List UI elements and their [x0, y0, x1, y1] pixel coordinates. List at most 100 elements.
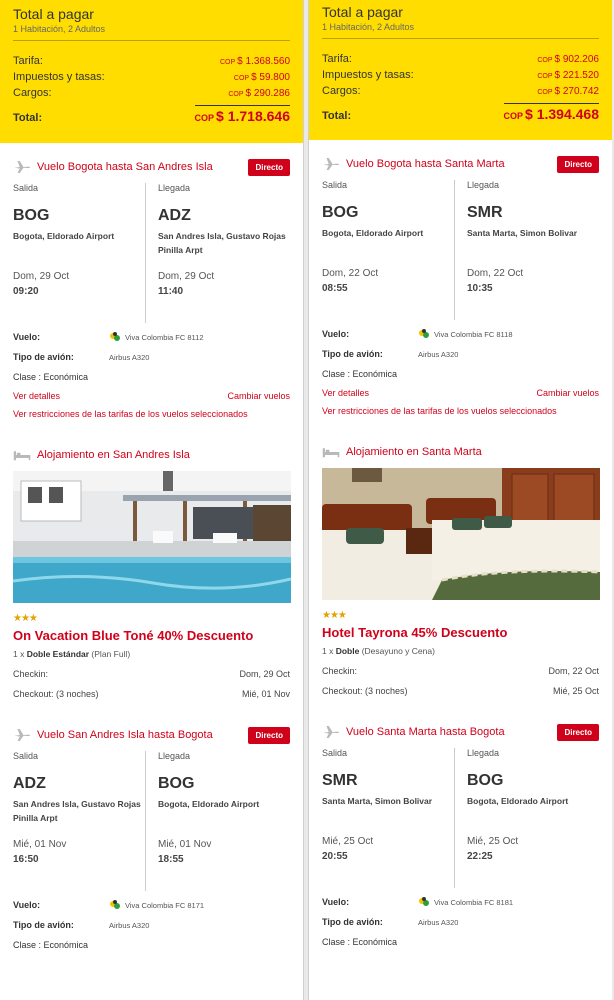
package-card-santa-marta: Total a pagar 1 Habitación, 2 Adultos Ta…: [308, 0, 612, 1000]
checkin-row: Checkin: Dom, 29 Oct: [13, 669, 290, 679]
hotel-section-title: Alojamiento en Santa Marta: [346, 446, 482, 458]
arrival-label: Llegada: [158, 751, 191, 761]
price-row-total: Total: COP $ 1.718.646: [13, 105, 290, 124]
departure-airport: Bogota, Eldorado Airport: [13, 231, 115, 241]
cabin-class: Clase : Económica: [13, 940, 89, 950]
departure-label: Salida: [13, 183, 39, 193]
arrival-block: Llegada SMR Santa Marta, Simon Bolivar D…: [454, 180, 599, 320]
total-label: Total:: [322, 110, 352, 122]
departure-code: ADZ: [13, 775, 46, 792]
flight-number: Viva Colombia FC 8118: [434, 329, 513, 339]
plane-label: Tipo de avión:: [322, 349, 383, 359]
hotel-section-title: Alojamiento en San Andres Isla: [37, 449, 190, 461]
hotel-name[interactable]: Hotel Tayrona 45% Descuento: [322, 625, 599, 640]
arrival-block: Llegada ADZ San Andres Isla, Gustavo Roj…: [145, 183, 290, 323]
price-label: Tarifa:: [13, 55, 43, 67]
total-summary: Total a pagar 1 Habitación, 2 Adultos Ta…: [309, 0, 612, 140]
flight-label: Vuelo:: [322, 329, 350, 339]
hotel-photo[interactable]: [322, 468, 600, 600]
airplane-icon: [14, 729, 30, 741]
departure-time: 08:55: [322, 283, 348, 294]
view-details-link[interactable]: Ver detalles: [322, 388, 369, 398]
departure-airport: Bogota, Eldorado Airport: [322, 228, 424, 238]
flight-title: Vuelo Bogota hasta Santa Marta: [346, 158, 505, 170]
checkout-row: Checkout: (3 noches) Mié, 25 Oct: [322, 686, 599, 696]
cabin-class: Clase : Económica: [322, 369, 398, 379]
arrival-airport: Bogota, Eldorado Airport: [467, 796, 569, 806]
price-amount: COP $ 221.520: [537, 70, 599, 81]
viva-colombia-logo: [110, 332, 120, 341]
arrival-code: ADZ: [158, 207, 191, 224]
viva-colombia-logo: [110, 900, 120, 909]
room-description: 1 x Doble (Desayuno y Cena): [322, 646, 435, 656]
checkin-row: Checkin: Dom, 22 Oct: [322, 666, 599, 676]
plane-type: Airbus A320: [418, 349, 459, 359]
price-label: Impuestos y tasas:: [322, 69, 414, 81]
departure-label: Salida: [13, 751, 39, 761]
bed-icon: [322, 448, 340, 458]
bed-icon: [13, 451, 31, 461]
total-amount: COP $ 1.394.468: [503, 103, 599, 122]
plane-label: Tipo de avión:: [13, 920, 74, 930]
plane-type: Airbus A320: [418, 917, 459, 927]
fare-restrictions-link[interactable]: Ver restricciones de las tarifas de los …: [13, 409, 290, 419]
plane-type: Airbus A320: [109, 920, 150, 930]
flight-number: Viva Colombia FC 8181: [434, 897, 514, 907]
arrival-airport: Santa Marta, Simon Bolivar: [467, 228, 578, 238]
total-subtitle: 1 Habitación, 2 Adultos: [13, 24, 290, 41]
plane-label: Tipo de avión:: [13, 352, 74, 362]
flight-label: Vuelo:: [13, 332, 41, 342]
arrival-code: SMR: [467, 204, 503, 221]
price-row-fare: Tarifa: COP $ 1.368.560: [13, 55, 290, 71]
package-card-san-andres: Total a pagar 1 Habitación, 2 Adultos Ta…: [0, 0, 304, 1000]
direct-badge: Directo: [248, 158, 290, 176]
flight-label: Vuelo:: [322, 897, 350, 907]
total-summary: Total a pagar 1 Habitación, 2 Adultos Ta…: [0, 0, 303, 143]
arrival-label: Llegada: [467, 180, 500, 190]
plane-type: Airbus A320: [109, 352, 150, 362]
arrival-date: Mié, 01 Nov: [158, 839, 212, 850]
arrival-label: Llegada: [467, 748, 500, 758]
arrival-airport: Bogota, Eldorado Airport: [158, 799, 260, 809]
price-row-charges: Cargos: COP $ 290.286: [13, 87, 290, 103]
change-flights-link[interactable]: Cambiar vuelos: [536, 388, 599, 398]
hotel-section: Alojamiento en Santa Marta ★★★ Hotel Tay…: [309, 442, 612, 696]
departure-time: 16:50: [13, 854, 39, 865]
flight-title: Vuelo Bogota hasta San Andres Isla: [37, 161, 213, 173]
departure-block: Salida SMR Santa Marta, Simon Bolivar Mi…: [322, 748, 454, 888]
packages-comparison: Total a pagar 1 Habitación, 2 Adultos Ta…: [0, 0, 614, 1000]
cabin-class: Clase : Económica: [13, 372, 89, 382]
arrival-label: Llegada: [158, 183, 191, 193]
price-row-taxes: Impuestos y tasas: COP $ 59.800: [13, 71, 290, 87]
outbound-flight-section: Vuelo Bogota hasta Santa Marta Directo S…: [309, 154, 612, 416]
change-flights-link[interactable]: Cambiar vuelos: [227, 391, 290, 401]
hotel-stars: ★★★: [13, 613, 38, 624]
total-title: Total a pagar: [322, 4, 403, 20]
hotel-photo[interactable]: [13, 471, 291, 603]
departure-label: Salida: [322, 748, 348, 758]
checkout-row: Checkout: (3 noches) Mié, 01 Nov: [13, 689, 290, 699]
departure-code: BOG: [13, 207, 50, 224]
total-title: Total a pagar: [13, 6, 94, 22]
arrival-date: Mié, 25 Oct: [467, 836, 519, 847]
price-row-charges: Cargos: COP $ 270.742: [322, 85, 599, 101]
direct-badge: Directo: [248, 726, 290, 744]
departure-airport: San Andres Isla, Gustavo Rojas Pinilla A…: [13, 799, 141, 823]
flight-label: Vuelo:: [13, 900, 41, 910]
price-row-fare: Tarifa: COP $ 902.206: [322, 53, 599, 69]
price-row-taxes: Impuestos y tasas: COP $ 221.520: [322, 69, 599, 85]
flight-number: Viva Colombia FC 8112: [125, 332, 204, 342]
price-amount: COP $ 290.286: [228, 88, 290, 99]
departure-time: 09:20: [13, 286, 39, 297]
arrival-airport: San Andres Isla, Gustavo Rojas Pinilla A…: [158, 231, 286, 255]
arrival-block: Llegada BOG Bogota, Eldorado Airport Mié…: [454, 748, 599, 888]
departure-block: Salida BOG Bogota, Eldorado Airport Dom,…: [13, 183, 145, 323]
fare-restrictions-link[interactable]: Ver restricciones de las tarifas de los …: [322, 406, 599, 416]
departure-time: 20:55: [322, 851, 348, 862]
departure-block: Salida ADZ San Andres Isla, Gustavo Roja…: [13, 751, 145, 891]
departure-code: SMR: [322, 772, 358, 789]
hotel-stars: ★★★: [322, 610, 347, 621]
view-details-link[interactable]: Ver detalles: [13, 391, 60, 401]
total-amount: COP $ 1.718.646: [194, 105, 290, 124]
hotel-name[interactable]: On Vacation Blue Toné 40% Descuento: [13, 628, 290, 643]
